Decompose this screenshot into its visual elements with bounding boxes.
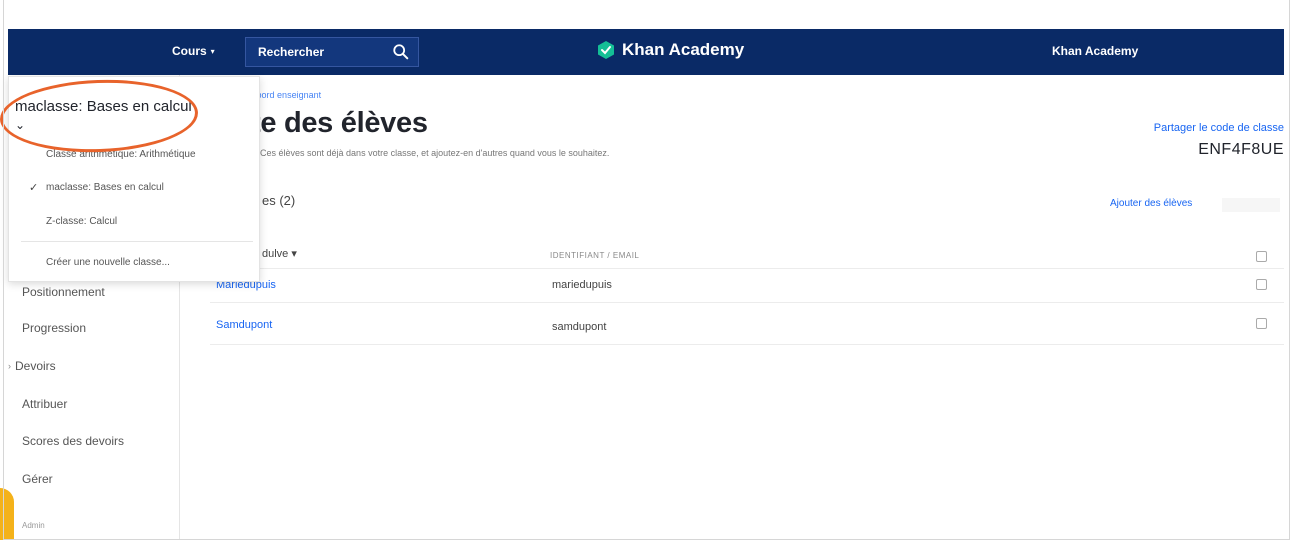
intro-text: Ces élèves sont déjà dans votre classe, … <box>260 148 610 158</box>
dropdown-divider <box>21 241 253 242</box>
class-code: ENF4F8UE <box>1198 141 1284 158</box>
sidebar-item-attribuer[interactable]: Attribuer <box>22 397 67 411</box>
khan-academy-home-link[interactable]: Khan Academy <box>596 40 744 60</box>
add-students-button[interactable]: Ajouter des élèves <box>1110 198 1192 209</box>
chevron-right-icon: › <box>8 361 11 371</box>
row-checkbox[interactable] <box>1256 318 1267 329</box>
top-nav-bar: Cours ▾ Rechercher Khan Academy Khan Aca… <box>8 29 1284 75</box>
search-icon[interactable] <box>392 43 410 61</box>
khan-logo-icon <box>598 41 614 59</box>
sidebar-item-gerer[interactable]: Gérer <box>22 472 53 486</box>
row-checkbox[interactable] <box>1256 279 1267 290</box>
student-id: mariedupuis <box>552 279 612 291</box>
create-class-link[interactable]: Créer une nouvelle classe... <box>46 257 170 268</box>
decorative-yellow-shape <box>0 488 14 540</box>
table-divider <box>210 344 1284 345</box>
sidebar-item-positionnement[interactable]: Positionnement <box>22 285 105 299</box>
column-header-name[interactable]: dulve ▾ <box>262 247 297 260</box>
checkmark-icon: ✓ <box>29 182 39 194</box>
student-name-link[interactable]: Samdupont <box>216 319 272 331</box>
secondary-action-button[interactable] <box>1222 198 1280 212</box>
table-divider <box>210 268 1284 269</box>
column-header-id: IDENTIFIANT / EMAIL <box>550 251 640 260</box>
search-placeholder: Rechercher <box>258 45 325 59</box>
select-all-checkbox[interactable] <box>1256 251 1267 262</box>
decorative-curl <box>812 0 992 14</box>
search-input[interactable]: Rechercher <box>245 37 419 67</box>
student-id: samdupont <box>552 321 607 333</box>
sidebar-item-scores[interactable]: Scores des devoirs <box>22 434 124 448</box>
share-class-code-link[interactable]: Partager le code de classe <box>1154 122 1284 134</box>
sidebar-section-admin[interactable]: Admin <box>22 521 45 530</box>
sidebar-item-progression[interactable]: Progression <box>22 321 86 335</box>
table-divider <box>210 302 1284 303</box>
courses-menu-button[interactable]: Cours ▾ <box>172 44 215 58</box>
chevron-down-icon: ▾ <box>210 46 215 56</box>
class-option[interactable]: Z-classe: Calcul <box>46 216 117 227</box>
account-menu-button[interactable]: Khan Academy <box>1052 44 1138 58</box>
sidebar-section-label: Devoirs <box>15 359 56 373</box>
sidebar-section-devoirs[interactable]: › Devoirs <box>8 359 56 373</box>
students-count-heading: es (2) <box>262 193 296 208</box>
app-window: Cours ▾ Rechercher Khan Academy Khan Aca… <box>0 0 1292 540</box>
courses-label: Cours <box>172 44 207 58</box>
class-option-selected[interactable]: maclasse: Bases en calcul <box>46 182 164 193</box>
brand-name: Khan Academy <box>622 40 745 59</box>
